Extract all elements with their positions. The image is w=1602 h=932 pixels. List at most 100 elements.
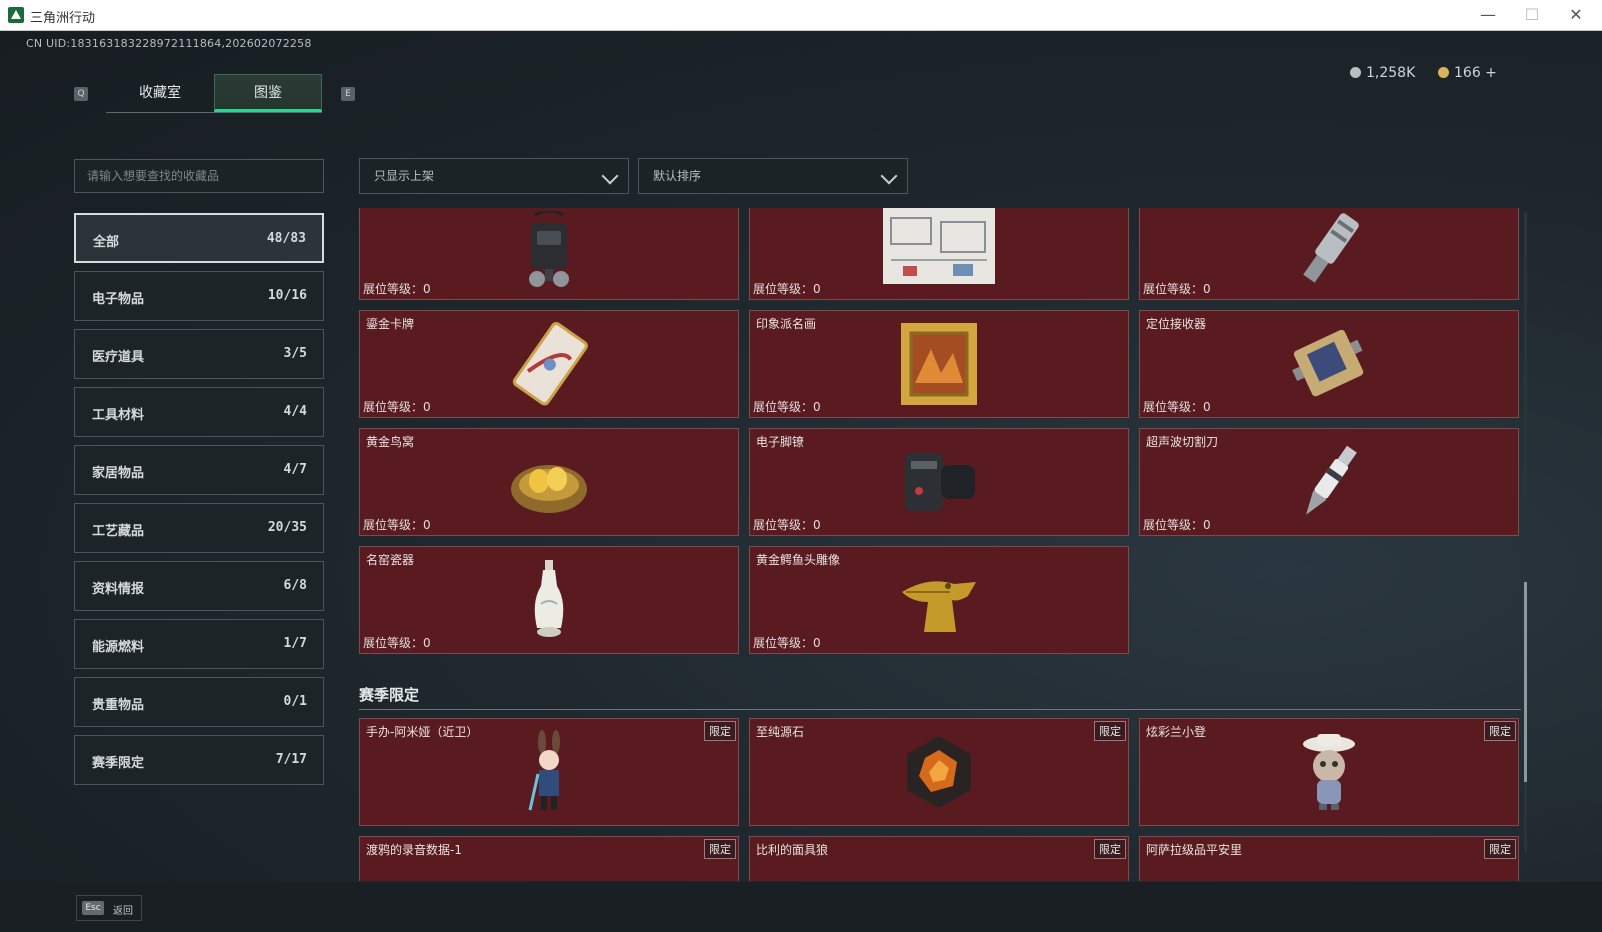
item-level: 展位等级：0 bbox=[363, 516, 431, 533]
item-name: 炫彩兰小登 bbox=[1146, 725, 1207, 739]
scrollbar-thumb[interactable] bbox=[1524, 582, 1527, 782]
item-name: 黄金鳄鱼头雕像 bbox=[756, 553, 841, 567]
silver-coin-icon bbox=[1350, 67, 1361, 78]
gold-amount: 166 + bbox=[1454, 65, 1497, 81]
item-card[interactable]: 电子脚镣 展位等级：0 bbox=[749, 428, 1129, 536]
season-item-card[interactable]: 阿萨拉级品平安里 限定 bbox=[1139, 836, 1519, 881]
level-label: 展位等级： bbox=[1143, 282, 1204, 296]
chevron-down-icon bbox=[880, 167, 898, 185]
player-uid: CN UID:183163183228972111864,20260207225… bbox=[26, 37, 312, 50]
season-item-card[interactable]: 手办-阿米娅（近卫） 限定 bbox=[359, 718, 739, 826]
category-medical[interactable]: 医疗道具 3/5 bbox=[74, 329, 324, 379]
chevron-down-icon bbox=[601, 167, 619, 185]
app-logo-icon bbox=[8, 7, 24, 23]
season-item-card[interactable]: 炫彩兰小登 限定 bbox=[1139, 718, 1519, 826]
key-hint-q: Q bbox=[74, 87, 88, 101]
maximize-button[interactable]: ☐ bbox=[1522, 5, 1542, 25]
main-tabs: 收藏室 图鉴 bbox=[106, 74, 322, 113]
close-button[interactable]: ✕ bbox=[1566, 5, 1586, 25]
back-label: 返回 bbox=[113, 906, 133, 917]
item-card[interactable]: 名窑瓷器 展位等级：0 bbox=[359, 546, 739, 654]
level-value: 0 bbox=[423, 636, 431, 650]
item-name: 定位接收器 bbox=[1146, 317, 1207, 331]
category-count: 0/1 bbox=[283, 694, 307, 709]
item-card[interactable]: 超声波切割刀 展位等级：0 bbox=[1139, 428, 1519, 536]
gilded-card-icon bbox=[512, 322, 588, 406]
category-electronics[interactable]: 电子物品 10/16 bbox=[74, 271, 324, 321]
category-crafts[interactable]: 工艺藏品 20/35 bbox=[74, 503, 324, 553]
item-name: 手办-阿米娅（近卫） bbox=[366, 725, 479, 739]
item-card[interactable]: 展位等级：0 bbox=[1139, 208, 1519, 300]
category-label: 工艺藏品 bbox=[92, 524, 145, 539]
grid-scrollbar[interactable] bbox=[1524, 212, 1527, 852]
currency-gold[interactable]: 166 + bbox=[1438, 65, 1497, 81]
category-label: 电子物品 bbox=[92, 292, 145, 307]
item-card[interactable]: 黄金鳄鱼头雕像 展位等级：0 bbox=[749, 546, 1129, 654]
category-intel[interactable]: 资料情报 6/8 bbox=[74, 561, 324, 611]
level-value: 0 bbox=[1203, 400, 1211, 414]
level-value: 0 bbox=[423, 282, 431, 296]
item-name: 印象派名画 bbox=[756, 317, 817, 331]
category-count: 20/35 bbox=[267, 520, 307, 535]
category-count: 1/7 bbox=[283, 636, 307, 651]
shelf-filter-dropdown[interactable]: 只显示上架 bbox=[359, 158, 629, 194]
category-label: 赛季限定 bbox=[92, 756, 145, 771]
level-label: 展位等级： bbox=[753, 636, 814, 650]
item-name: 渡鸦的录音数据-1 bbox=[366, 843, 462, 857]
category-fuel[interactable]: 能源燃料 1/7 bbox=[74, 619, 324, 669]
item-level: 展位等级：0 bbox=[363, 398, 431, 415]
level-label: 展位等级： bbox=[363, 636, 424, 650]
item-name: 至纯源石 bbox=[756, 725, 805, 739]
limited-badge: 限定 bbox=[704, 721, 736, 741]
footer-bar: Esc 返回 bbox=[0, 882, 1602, 932]
item-card[interactable]: 定位接收器 展位等级：0 bbox=[1139, 310, 1519, 418]
level-label: 展位等级： bbox=[1143, 518, 1204, 532]
item-card[interactable]: 展位等级：0 bbox=[359, 208, 739, 300]
limited-badge: 限定 bbox=[1484, 721, 1516, 741]
golden-nest-icon bbox=[511, 465, 587, 513]
item-name: 名窑瓷器 bbox=[366, 553, 415, 567]
level-value: 0 bbox=[1203, 282, 1211, 296]
tab-codex[interactable]: 图鉴 bbox=[214, 74, 322, 112]
ankle-monitor-icon bbox=[905, 453, 975, 511]
category-label: 资料情报 bbox=[92, 582, 145, 597]
category-all[interactable]: 全部 48/83 bbox=[74, 213, 324, 263]
item-level: 展位等级：0 bbox=[753, 516, 821, 533]
category-count: 6/8 bbox=[283, 578, 307, 593]
level-label: 展位等级： bbox=[1143, 400, 1204, 414]
category-tools[interactable]: 工具材料 4/4 bbox=[74, 387, 324, 437]
level-label: 展位等级： bbox=[753, 282, 814, 296]
window-title: 三角洲行动 bbox=[30, 11, 96, 26]
category-season-limited[interactable]: 赛季限定 7/17 bbox=[74, 735, 324, 785]
category-label: 能源燃料 bbox=[92, 640, 145, 655]
sort-label: 默认排序 bbox=[653, 169, 702, 183]
gold-coin-icon bbox=[1438, 67, 1449, 78]
season-item-card[interactable]: 渡鸦的录音数据-1 限定 bbox=[359, 836, 739, 881]
category-count: 48/83 bbox=[266, 231, 306, 246]
level-value: 0 bbox=[813, 282, 821, 296]
window-titlebar: 三角洲行动 — ☐ ✕ bbox=[0, 0, 1602, 31]
game-viewport: CN UID:183163183228972111864,20260207225… bbox=[0, 31, 1602, 932]
season-item-card[interactable]: 比利的面具狼 限定 bbox=[749, 836, 1129, 881]
shelf-filter-label: 只显示上架 bbox=[374, 169, 435, 183]
item-card[interactable]: 展位等级：0 bbox=[749, 208, 1129, 300]
season-item-card[interactable]: 至纯源石 限定 bbox=[749, 718, 1129, 826]
category-household[interactable]: 家居物品 4/7 bbox=[74, 445, 324, 495]
minimize-button[interactable]: — bbox=[1478, 5, 1498, 25]
level-value: 0 bbox=[813, 400, 821, 414]
level-value: 0 bbox=[1203, 518, 1211, 532]
item-card[interactable]: 鎏金卡牌 展位等级：0 bbox=[359, 310, 739, 418]
level-label: 展位等级： bbox=[363, 518, 424, 532]
level-label: 展位等级： bbox=[363, 400, 424, 414]
sort-dropdown[interactable]: 默认排序 bbox=[638, 158, 908, 194]
back-button[interactable]: Esc 返回 bbox=[76, 895, 142, 921]
item-card[interactable]: 印象派名画 展位等级：0 bbox=[749, 310, 1129, 418]
item-name: 电子脚镣 bbox=[756, 435, 805, 449]
item-level: 展位等级：0 bbox=[1143, 280, 1211, 297]
item-name: 超声波切割刀 bbox=[1146, 435, 1219, 449]
limited-badge: 限定 bbox=[1094, 839, 1126, 859]
tab-collection-room[interactable]: 收藏室 bbox=[106, 74, 214, 112]
category-valuables[interactable]: 贵重物品 0/1 bbox=[74, 677, 324, 727]
item-card[interactable]: 黄金鸟窝 展位等级：0 bbox=[359, 428, 739, 536]
search-input[interactable] bbox=[74, 159, 324, 193]
